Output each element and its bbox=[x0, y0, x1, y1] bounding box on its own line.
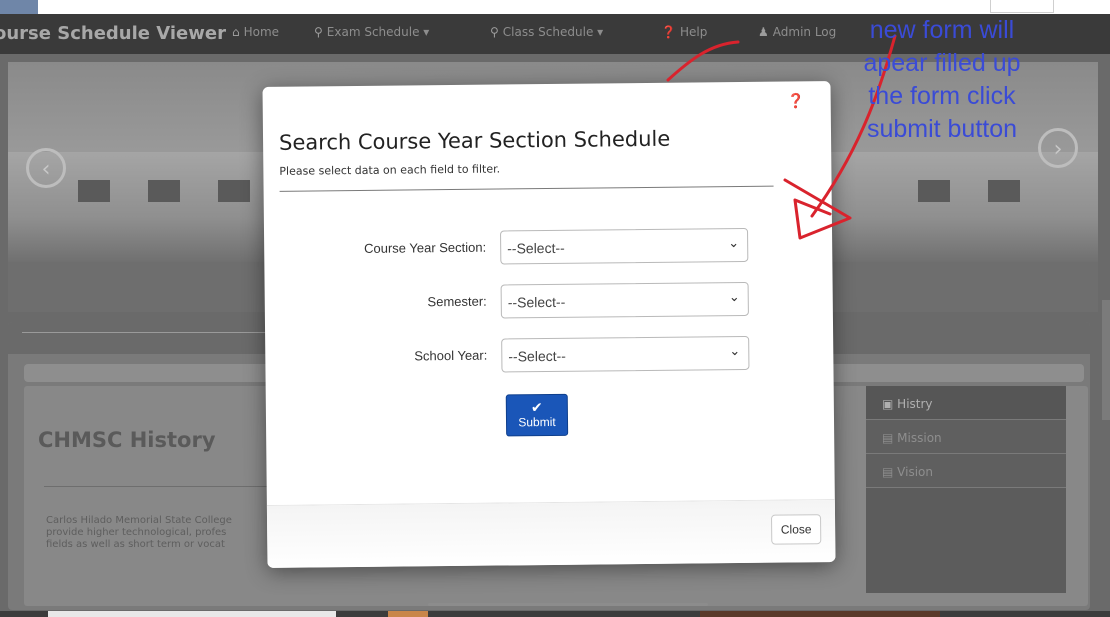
sidenav-item-history[interactable]: ▣ Histry bbox=[866, 386, 1066, 420]
select-value: --Select-- bbox=[508, 347, 566, 365]
sidenav-label: Mission bbox=[897, 431, 942, 445]
nav-exam-schedule-label: Exam Schedule ▾ bbox=[326, 25, 430, 39]
select-value: --Select-- bbox=[507, 293, 566, 311]
close-button[interactable]: Close bbox=[771, 514, 822, 545]
bottom-strip-segment bbox=[48, 611, 336, 617]
course-year-section-select[interactable]: --Select-- ⌄ bbox=[500, 227, 749, 265]
sidenav-item-vision[interactable]: ▤ Vision bbox=[866, 454, 1066, 488]
chevron-right-icon: › bbox=[1053, 137, 1063, 162]
modal-title: Search Course Year Section Schedule bbox=[278, 126, 671, 155]
annotation-line: apear filled up bbox=[863, 49, 1021, 77]
page-scrollbar[interactable] bbox=[1102, 300, 1110, 420]
bottom-strip bbox=[0, 611, 1110, 617]
question-circle-icon: ❓ bbox=[661, 25, 676, 39]
chevron-left-icon: ‹ bbox=[41, 157, 51, 182]
nav-class-schedule-label: Class Schedule ▾ bbox=[502, 25, 604, 39]
semester-select[interactable]: --Select-- ⌄ bbox=[500, 281, 749, 319]
nav-home[interactable]: ⌂ Home bbox=[232, 25, 279, 39]
modal-divider bbox=[279, 185, 774, 192]
history-line: provide higher technological, profes bbox=[46, 527, 227, 538]
course-year-section-row: Course Year Section: --Select-- ⌄ bbox=[264, 227, 832, 269]
building-window bbox=[78, 180, 110, 202]
annotation-line: submit button bbox=[866, 115, 1018, 143]
sidenav-filler bbox=[866, 488, 1066, 593]
school-year-row: School Year: --Select-- ⌄ bbox=[265, 335, 833, 377]
nav-admin-login[interactable]: ♟ Admin Log bbox=[758, 25, 836, 39]
annotation-line: new form will bbox=[869, 16, 1015, 44]
horizontal-scrollbar[interactable] bbox=[428, 603, 708, 606]
course-year-section-label: Course Year Section: bbox=[363, 239, 487, 256]
chevron-down-icon: ⌄ bbox=[728, 289, 740, 305]
modal-footer: Close bbox=[266, 499, 836, 568]
building-window bbox=[918, 180, 950, 202]
building-window bbox=[988, 180, 1020, 202]
nav-help[interactable]: ❓ Help bbox=[661, 25, 707, 39]
home-icon: ⌂ bbox=[232, 25, 240, 39]
semester-label: Semester: bbox=[427, 293, 487, 310]
bottom-strip-segment bbox=[388, 611, 428, 617]
nav-class-schedule[interactable]: ⚲ Class Schedule ▾ bbox=[490, 25, 603, 39]
nav-exam-schedule[interactable]: ⚲ Exam Schedule ▾ bbox=[314, 25, 429, 39]
list-icon: ▤ bbox=[882, 431, 894, 445]
section-divider bbox=[22, 332, 272, 333]
handwritten-annotation: new form will apear filled up the form c… bbox=[832, 14, 1052, 146]
semester-row: Semester: --Select-- ⌄ bbox=[265, 281, 833, 323]
submit-button[interactable]: ✔ Submit bbox=[505, 393, 569, 437]
submit-label: Submit bbox=[518, 414, 556, 430]
nav-home-label: Home bbox=[243, 25, 280, 39]
list-icon: ▤ bbox=[882, 465, 894, 479]
book-icon: ▣ bbox=[882, 397, 894, 411]
sidenav-label: Histry bbox=[897, 397, 933, 411]
side-nav: ▣ Histry ▤ Mission ▤ Vision bbox=[866, 386, 1066, 593]
search-icon: ⚲ bbox=[490, 25, 499, 39]
history-heading: CHMSC History bbox=[38, 428, 216, 452]
help-icon[interactable]: ❓ bbox=[787, 93, 805, 109]
check-icon: ✔ bbox=[530, 399, 543, 416]
user-icon: ♟ bbox=[758, 25, 769, 39]
chevron-down-icon: ⌄ bbox=[728, 235, 740, 251]
nav-help-label: Help bbox=[679, 25, 708, 39]
search-schedule-modal: ❓ Search Course Year Section Schedule Pl… bbox=[262, 81, 836, 568]
sidenav-item-mission[interactable]: ▤ Mission bbox=[866, 420, 1066, 454]
navbar-brand[interactable]: ourse Schedule Viewer bbox=[0, 23, 226, 44]
school-year-label: School Year: bbox=[414, 347, 488, 364]
search-icon: ⚲ bbox=[314, 25, 323, 39]
nav-admin-login-label: Admin Log bbox=[772, 25, 837, 39]
history-paragraph: Carlos Hilado Memorial State College pro… bbox=[46, 515, 276, 551]
school-year-select[interactable]: --Select-- ⌄ bbox=[501, 335, 750, 373]
tab-stub bbox=[0, 0, 38, 14]
top-right-box bbox=[990, 0, 1054, 13]
building-window bbox=[148, 180, 180, 202]
history-divider bbox=[44, 486, 274, 487]
building-window bbox=[218, 180, 250, 202]
annotation-line: the form click bbox=[868, 82, 1016, 110]
modal-subtitle: Please select data on each field to filt… bbox=[279, 162, 501, 178]
bottom-strip-segment bbox=[700, 611, 940, 617]
history-line: Carlos Hilado Memorial State College bbox=[46, 515, 232, 526]
history-line: fields as well as short term or vocat bbox=[46, 539, 225, 550]
select-value: --Select-- bbox=[507, 239, 565, 257]
browser-top-strip bbox=[0, 0, 1110, 14]
carousel-prev-button[interactable]: ‹ bbox=[26, 148, 66, 188]
chevron-down-icon: ⌄ bbox=[729, 342, 741, 359]
sidenav-label: Vision bbox=[897, 465, 933, 479]
